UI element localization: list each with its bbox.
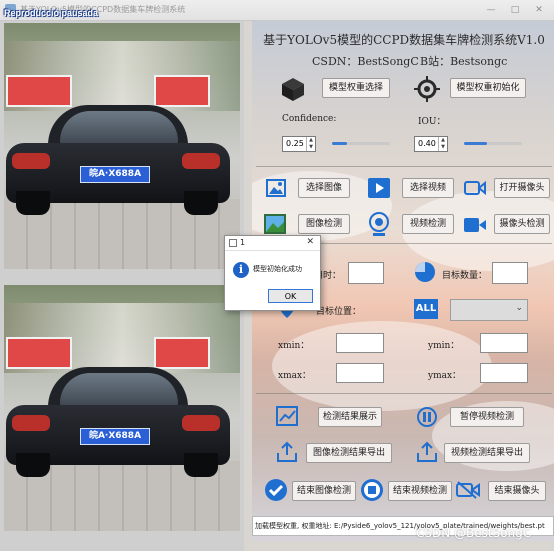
- target-position-label: 目标位置：: [316, 307, 362, 317]
- dialog-message: 模型初始化成功: [253, 265, 302, 273]
- image-display-panel: 皖A·X688A 皖A·X688A: [0, 21, 244, 551]
- xmin-value-box: [336, 333, 384, 353]
- ok-button[interactable]: OK: [268, 289, 313, 303]
- pause-icon: [417, 407, 437, 427]
- divider: [256, 393, 552, 394]
- maximize-icon[interactable]: □: [508, 3, 522, 17]
- csdn-label: CSDN：BestSongC: [312, 55, 419, 68]
- end-video-detection-button[interactable]: 结束视频检测: [388, 481, 452, 501]
- xmax-label: xmax：: [278, 371, 312, 381]
- iou-spinbox[interactable]: 0.40 ▲ ▼: [414, 136, 448, 152]
- confidence-spinbox[interactable]: 0.25 ▲ ▼: [282, 136, 316, 152]
- ymin-value-box: [480, 333, 528, 353]
- close-icon[interactable]: ✕: [306, 237, 314, 247]
- time-value-box: [348, 262, 384, 284]
- end-camera-button[interactable]: 结束摄像头: [488, 481, 546, 501]
- car-image: 皖A·X688A: [4, 105, 234, 215]
- select-video-button[interactable]: 选择视频: [402, 178, 454, 198]
- bilibili-label: B站：Bestsongc: [420, 55, 508, 68]
- upload-icon: [277, 441, 297, 462]
- iou-label: IOU：: [418, 117, 446, 127]
- show-results-button[interactable]: 检测结果展示: [318, 407, 382, 427]
- close-window-icon[interactable]: ✕: [532, 3, 546, 17]
- chevron-down-icon: ⌄: [515, 303, 523, 313]
- image-icon: [266, 179, 286, 197]
- original-image-view: 皖A·X688A: [4, 23, 240, 269]
- car-image: 皖A·X688A: [4, 367, 234, 477]
- ymin-label: ymin：: [428, 341, 460, 351]
- select-image-button[interactable]: 选择图像: [298, 178, 350, 198]
- stop-circle-icon: [361, 479, 383, 501]
- target-icon: [414, 76, 440, 102]
- line-chart-icon: [276, 406, 298, 426]
- export-video-results-button[interactable]: 视频检测结果导出: [444, 443, 530, 463]
- app-title: 基于YOLOv5模型的CCPD数据集车牌检测系统V1.0: [263, 33, 545, 47]
- playback-paused-label: Reproducció pausada: [4, 8, 99, 18]
- check-circle-icon: [265, 479, 287, 501]
- detect-camera-button[interactable]: 摄像头检测: [494, 214, 550, 234]
- picture-icon: [264, 214, 286, 234]
- pause-video-button[interactable]: 暂停视频检测: [450, 407, 524, 427]
- upload-icon: [417, 441, 437, 462]
- divider: [256, 166, 552, 167]
- select-weights-button[interactable]: 模型权重选择: [322, 78, 390, 98]
- confidence-label: Confidence:: [282, 114, 337, 124]
- ymax-value-box: [480, 363, 528, 383]
- dialog-titlebar: 1 ✕: [225, 236, 320, 251]
- license-plate: 皖A·X688A: [80, 166, 150, 183]
- video-camera-icon: [464, 218, 486, 232]
- detect-video-button[interactable]: 视频检测: [402, 214, 454, 234]
- xmax-value-box: [336, 363, 384, 383]
- target-count-label: 目标数量：: [442, 271, 488, 281]
- end-image-detection-button[interactable]: 结束图像检测: [292, 481, 356, 501]
- license-plate: 皖A·X688A: [80, 428, 150, 445]
- message-dialog: 1 ✕ i 模型初始化成功 OK: [224, 235, 321, 311]
- camera-icon: [464, 180, 486, 196]
- target-count-box: [492, 262, 528, 284]
- detect-image-button[interactable]: 图像检测: [298, 214, 350, 234]
- cube-icon: [282, 78, 304, 101]
- watermark: CSDN @BestSongC: [416, 526, 532, 540]
- webcam-icon: [369, 212, 389, 236]
- dialog-title: 1: [240, 238, 246, 247]
- pie-chart-icon: [415, 262, 435, 282]
- dialog-window-icon: [229, 239, 237, 247]
- ymax-label: ymax：: [428, 371, 462, 381]
- info-icon: i: [233, 262, 249, 278]
- video-file-icon: [368, 178, 390, 198]
- xmin-label: xmin：: [278, 341, 310, 351]
- target-select-dropdown[interactable]: ⌄: [450, 299, 528, 321]
- camera-off-icon: [456, 481, 480, 499]
- init-weights-button[interactable]: 模型权重初始化: [450, 78, 526, 98]
- all-targets-icon: ALL: [414, 299, 438, 319]
- export-image-results-button[interactable]: 图像检测结果导出: [306, 443, 392, 463]
- open-camera-button[interactable]: 打开摄像头: [494, 178, 550, 198]
- confidence-slider[interactable]: [332, 142, 390, 145]
- detected-image-view: 皖A·X688A: [4, 285, 240, 531]
- minimize-icon[interactable]: —: [484, 3, 498, 17]
- iou-slider[interactable]: [464, 142, 522, 145]
